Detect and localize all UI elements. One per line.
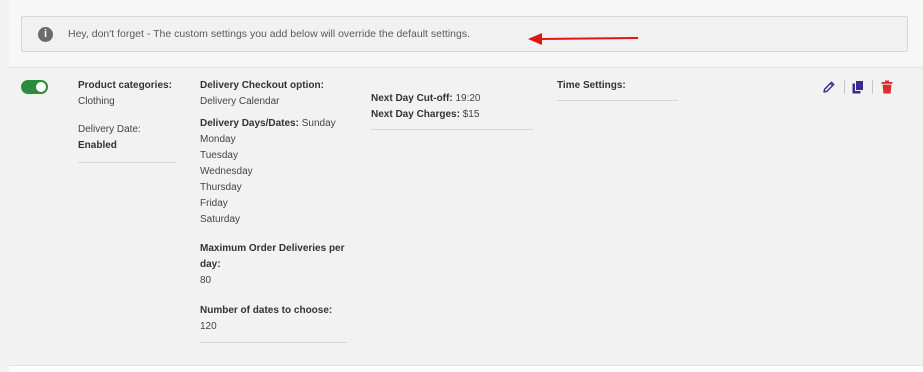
day-item: Monday	[200, 134, 236, 145]
column-next-day: Next Day Cut-off: 19:20 Next Day Charges…	[371, 91, 533, 130]
column-divider	[371, 129, 533, 130]
info-icon: i	[38, 27, 53, 42]
num-dates-value: 120	[200, 321, 217, 332]
time-settings-label: Time Settings:	[557, 80, 626, 91]
delivery-date-label: Delivery Date:	[78, 124, 141, 135]
enable-toggle[interactable]	[21, 80, 48, 94]
cutoff-label: Next Day Cut-off:	[371, 93, 453, 104]
left-strip	[0, 0, 9, 372]
toggle-knob	[36, 82, 46, 92]
notice-text: Hey, don't forget - The custom settings …	[68, 28, 470, 40]
checkout-option-label: Delivery Checkout option:	[200, 80, 324, 91]
column-divider	[200, 342, 347, 343]
charges-label: Next Day Charges:	[371, 109, 460, 120]
column-time-settings: Time Settings:	[557, 78, 678, 101]
column-categories: Product categories: Clothing Delivery Da…	[78, 78, 176, 163]
max-orders-value: 80	[200, 275, 212, 286]
action-separator	[872, 80, 873, 94]
action-separator	[844, 80, 845, 94]
day-item: Thursday	[200, 182, 242, 193]
delivery-days-label: Delivery Days/Dates:	[200, 118, 299, 129]
product-categories-label: Product categories:	[78, 80, 172, 91]
day-item: Tuesday	[200, 150, 238, 161]
num-dates-label: Number of dates to choose:	[200, 305, 333, 316]
column-divider	[557, 100, 678, 101]
day-item: Sunday	[301, 118, 336, 129]
charges-value: $15	[462, 109, 480, 120]
red-arrow-annotation	[528, 33, 639, 45]
notice-box: i Hey, don't forget - The custom setting…	[21, 16, 908, 52]
day-item: Saturday	[200, 214, 241, 225]
day-item: Friday	[200, 198, 228, 209]
trash-icon[interactable]	[880, 80, 894, 94]
delivery-date-value: Enabled	[78, 140, 117, 151]
checkout-option-value: Delivery Calendar	[200, 96, 280, 107]
day-item: Wednesday	[200, 166, 253, 177]
pencil-icon[interactable]	[822, 80, 836, 94]
copy-icon[interactable]	[851, 80, 865, 94]
cutoff-value: 19:20	[455, 93, 481, 104]
product-categories-value: Clothing	[78, 96, 115, 107]
max-orders-label: Maximum Order Deliveries per day:	[200, 243, 345, 270]
column-divider	[78, 162, 176, 163]
column-delivery: Delivery Checkout option: Delivery Calen…	[200, 78, 347, 343]
